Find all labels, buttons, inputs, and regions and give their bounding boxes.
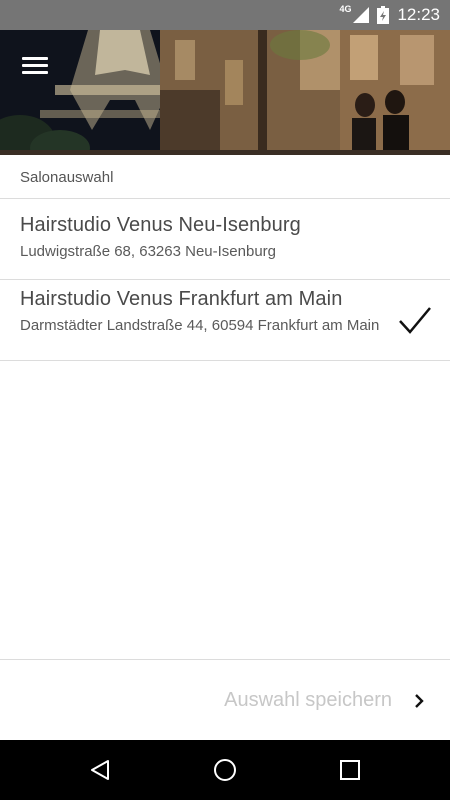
header-photo xyxy=(0,30,450,155)
menu-button[interactable] xyxy=(18,52,52,78)
salon-address: Ludwigstraße 68, 63263 Neu-Isenburg xyxy=(20,243,276,260)
status-bar: 4G 12:23 xyxy=(0,0,450,30)
save-label: Auswahl speichern xyxy=(224,689,392,711)
checkmark-icon xyxy=(399,307,431,334)
header-image xyxy=(0,30,450,155)
chevron-right-icon xyxy=(415,693,424,708)
clock: 12:23 xyxy=(397,5,440,24)
salon-name: Hairstudio Venus Frankfurt am Main xyxy=(20,288,343,310)
save-selection-button[interactable]: Auswahl speichern xyxy=(224,660,426,741)
battery-icon xyxy=(377,6,390,24)
network-type-label: 4G xyxy=(339,4,352,14)
navigation-bar xyxy=(0,740,450,800)
footer: Auswahl speichern xyxy=(0,659,450,740)
salon-item-neu-isenburg[interactable]: Hairstudio Venus Neu-Isenburg Ludwigstra… xyxy=(0,199,450,280)
section-title: Salonauswahl xyxy=(0,155,450,199)
home-icon[interactable] xyxy=(213,758,237,782)
salon-list: Hairstudio Venus Neu-Isenburg Ludwigstra… xyxy=(0,199,450,361)
salon-item-frankfurt[interactable]: Hairstudio Venus Frankfurt am Main Darms… xyxy=(0,280,450,361)
signal-icon xyxy=(353,7,370,23)
back-icon[interactable] xyxy=(88,758,112,782)
salon-address: Darmstädter Landstraße 44, 60594 Frankfu… xyxy=(20,317,380,334)
hamburger-menu-icon xyxy=(22,56,48,60)
recents-icon[interactable] xyxy=(338,758,362,782)
salon-name: Hairstudio Venus Neu-Isenburg xyxy=(20,214,301,236)
